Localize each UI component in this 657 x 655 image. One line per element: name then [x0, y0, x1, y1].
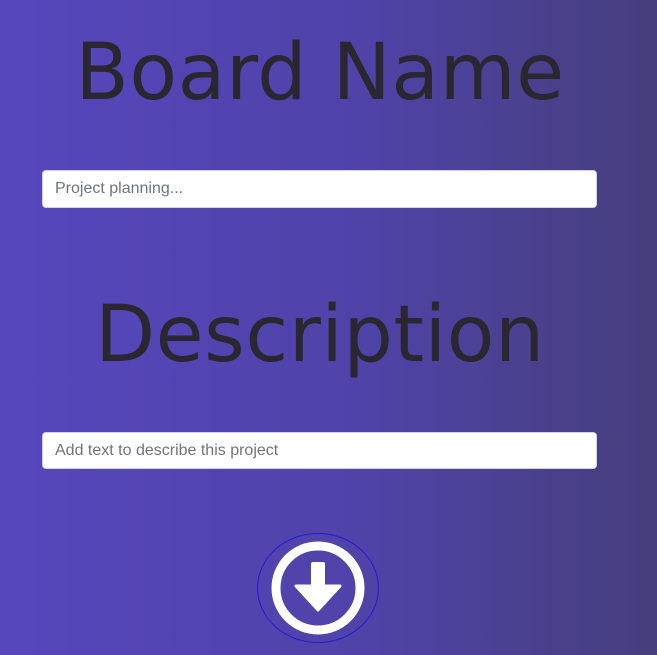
arrow-down-circle-icon — [271, 541, 365, 635]
board-name-input[interactable] — [42, 170, 597, 208]
description-heading: Description — [95, 290, 545, 380]
board-name-heading: Board Name — [75, 28, 565, 118]
submit-button[interactable] — [257, 533, 379, 643]
description-input[interactable] — [42, 432, 597, 469]
